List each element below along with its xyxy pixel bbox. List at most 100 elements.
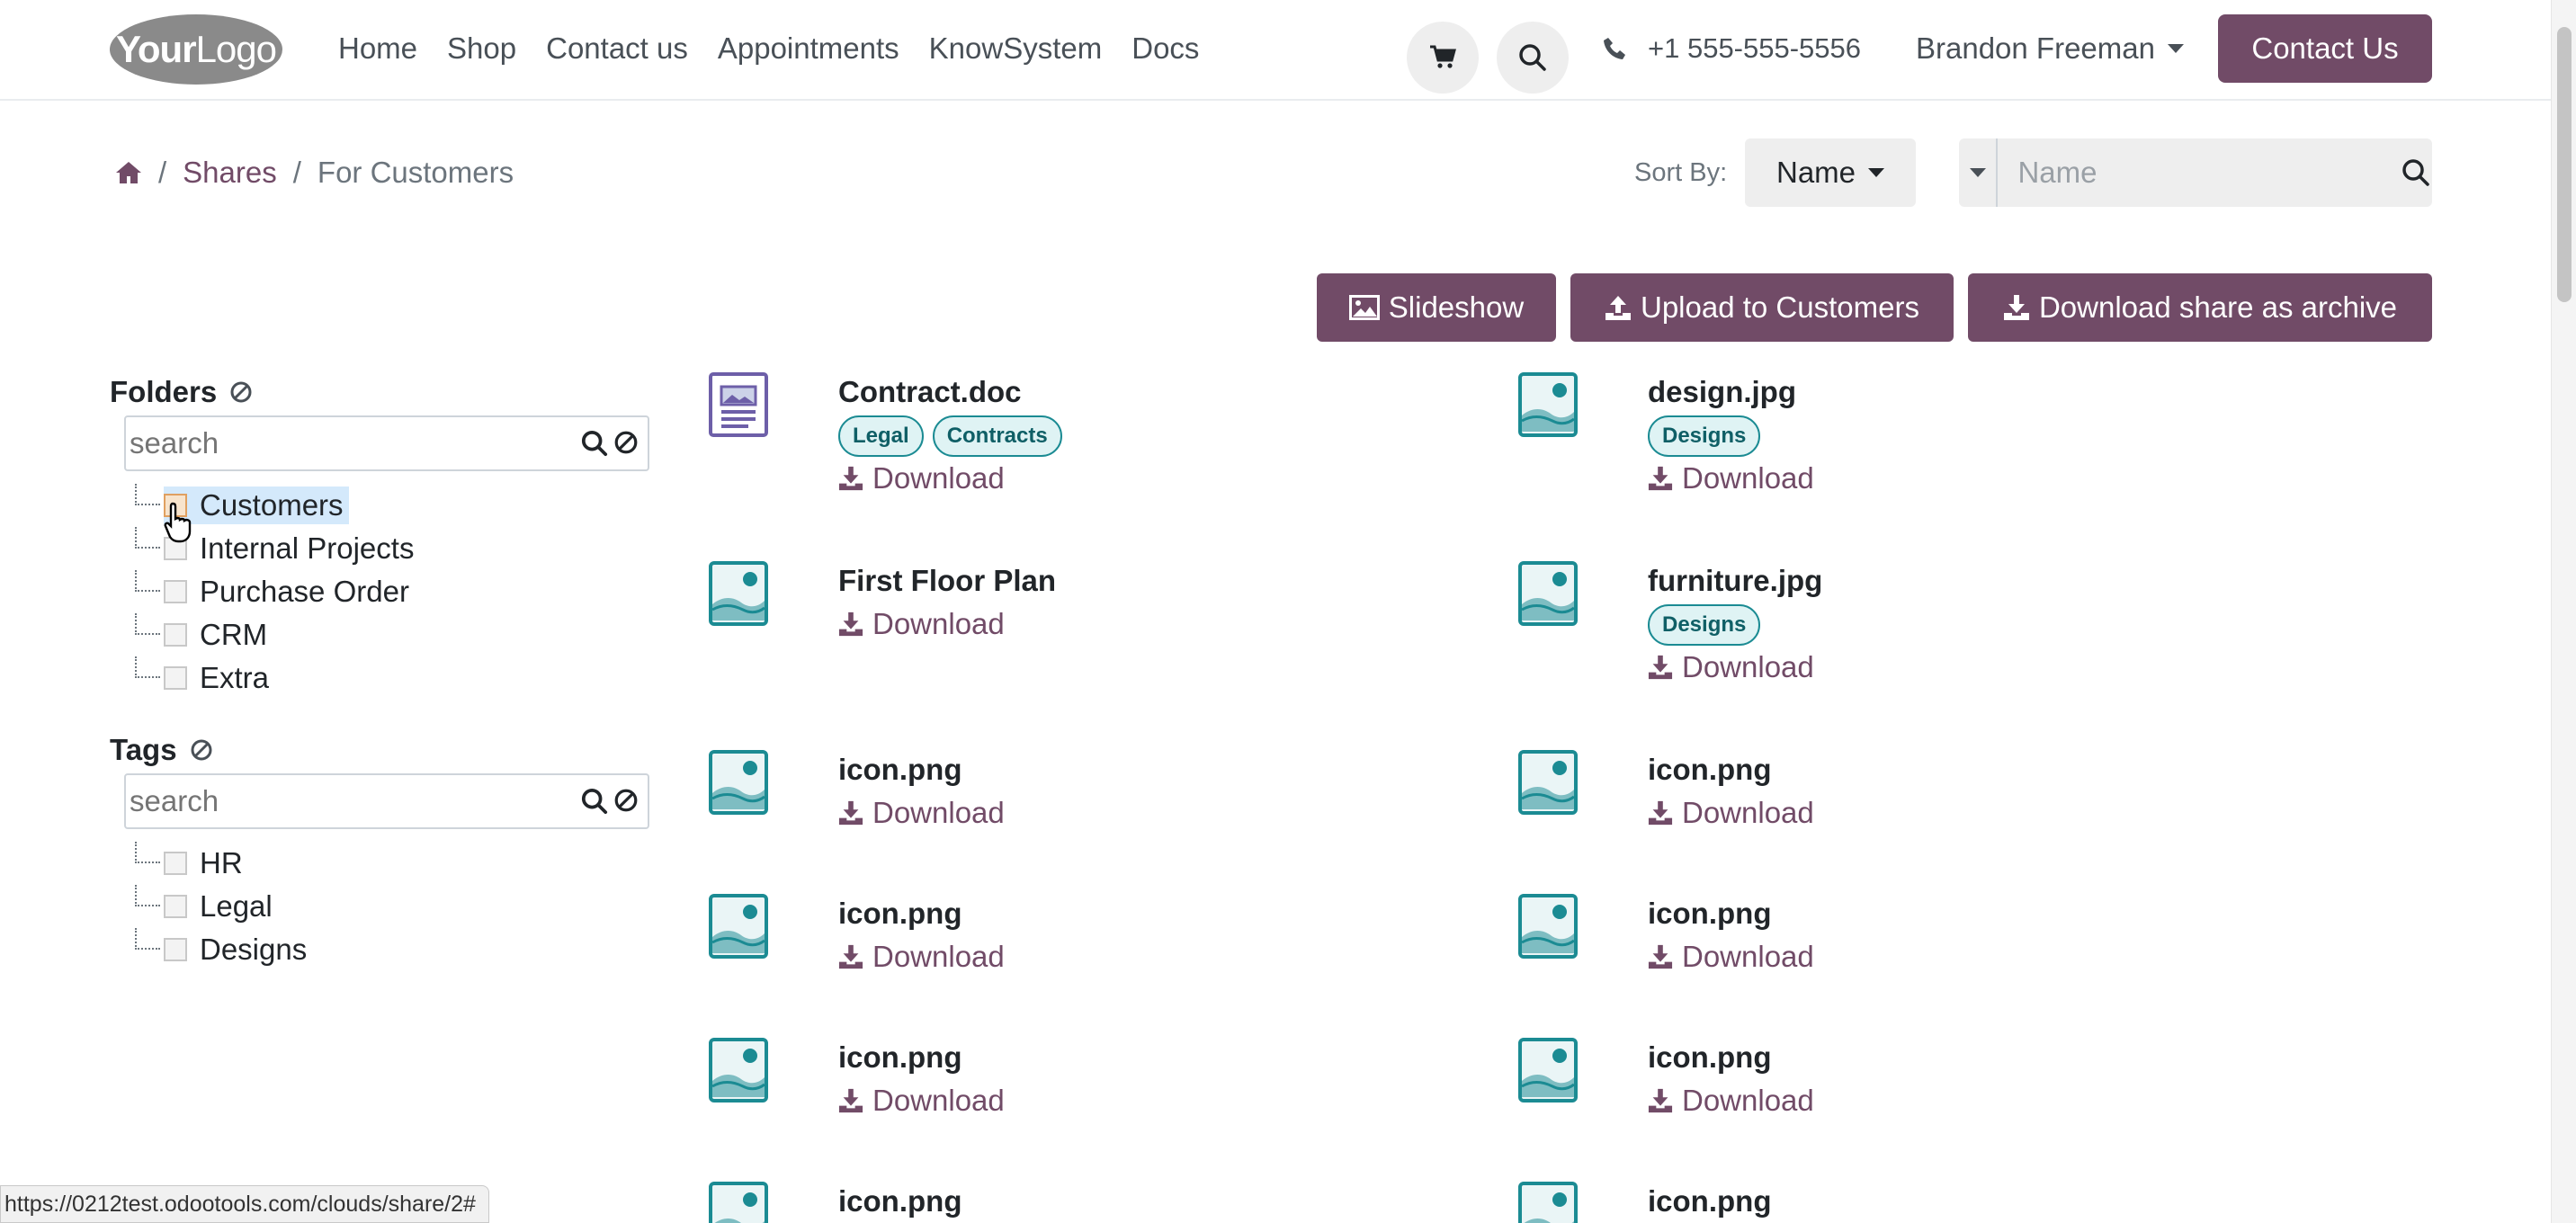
tags-heading: Tags <box>110 730 213 770</box>
document-name[interactable]: icon.png <box>1648 750 1771 790</box>
nav-appointments[interactable]: Appointments <box>718 25 899 72</box>
upload-label: Upload to Customers <box>1641 290 1919 324</box>
search-submit-button[interactable] <box>2400 138 2432 207</box>
download-link[interactable]: Download <box>1648 459 1814 498</box>
tags-search <box>124 773 649 829</box>
tag-checkbox[interactable] <box>164 852 187 875</box>
folders-search-input[interactable] <box>126 426 581 460</box>
contact-us-button[interactable]: Contact Us <box>2218 14 2432 83</box>
image-icon[interactable] <box>1518 894 1578 959</box>
document-name[interactable]: First Floor Plan <box>838 561 1056 601</box>
download-icon <box>2003 294 2030 321</box>
nav-docs[interactable]: Docs <box>1131 25 1199 72</box>
image-icon[interactable] <box>709 1182 768 1223</box>
document-name[interactable]: Contract.doc <box>838 372 1022 412</box>
download-label: Download <box>1682 796 1814 829</box>
tag-item-legal[interactable]: Legal <box>128 885 307 928</box>
image-icon[interactable] <box>709 561 768 626</box>
image-icon[interactable] <box>1518 561 1578 626</box>
download-link[interactable]: Download <box>1648 647 1814 687</box>
tags-search-input[interactable] <box>126 784 581 818</box>
upload-icon <box>1605 294 1632 321</box>
tag-item-designs[interactable]: Designs <box>128 928 307 971</box>
page-scrollbar[interactable] <box>2551 0 2576 1223</box>
clear-tags-icon[interactable] <box>190 738 213 762</box>
user-menu[interactable]: Brandon Freeman <box>1916 27 2184 70</box>
tag-checkbox[interactable] <box>164 938 187 961</box>
image-icon[interactable] <box>709 894 768 959</box>
nav-knowsystem[interactable]: KnowSystem <box>929 25 1103 72</box>
folder-checkbox[interactable] <box>164 666 187 690</box>
tag-checkbox[interactable] <box>164 895 187 918</box>
download-link[interactable]: Download <box>1648 937 1814 977</box>
home-icon[interactable] <box>115 160 142 185</box>
tag-label: HR <box>200 846 243 879</box>
document-name[interactable]: design.jpg <box>1648 372 1796 412</box>
download-label: Download <box>872 796 1005 829</box>
clear-search-icon[interactable] <box>613 430 639 457</box>
image-icon[interactable] <box>709 1038 768 1102</box>
phone-number[interactable]: +1 555-555-5556 <box>1603 27 1861 70</box>
clear-folders-icon[interactable] <box>229 380 253 404</box>
search-input[interactable] <box>1998 138 2401 207</box>
breadcrumb-separator: / <box>158 156 167 189</box>
document-name[interactable]: icon.png <box>838 1182 962 1221</box>
main-nav: Home Shop Contact us Appointments KnowSy… <box>338 25 1229 72</box>
search-icon[interactable] <box>581 788 608 815</box>
tags-title: Tags <box>110 733 177 766</box>
image-icon[interactable] <box>1518 1182 1578 1223</box>
tag-item-hr[interactable]: HR <box>128 842 307 885</box>
folder-item-crm[interactable]: CRM <box>128 613 414 656</box>
download-link[interactable]: Download <box>838 793 1005 833</box>
document-name[interactable]: furniture.jpg <box>1648 561 1822 601</box>
nav-home[interactable]: Home <box>338 25 417 72</box>
document-name[interactable]: icon.png <box>838 894 962 933</box>
download-icon <box>1648 466 1673 491</box>
download-archive-button[interactable]: Download share as archive <box>1968 273 2432 342</box>
scrollbar-thumb[interactable] <box>2557 27 2572 302</box>
cart-icon <box>1430 45 1456 68</box>
download-link[interactable]: Download <box>1648 1081 1814 1120</box>
download-icon <box>1648 800 1673 826</box>
document-icon[interactable] <box>709 372 768 437</box>
document-name[interactable]: icon.png <box>838 750 962 790</box>
tag-badge: Legal <box>838 415 924 457</box>
download-link[interactable]: Download <box>838 459 1005 498</box>
download-icon <box>838 944 863 969</box>
sort-dropdown[interactable]: Name <box>1745 138 1916 207</box>
image-icon <box>1348 295 1380 320</box>
download-label: Download <box>1682 940 1814 973</box>
document-name[interactable]: icon.png <box>838 1038 962 1077</box>
nav-contact-us[interactable]: Contact us <box>546 25 688 72</box>
document-name[interactable]: icon.png <box>1648 1182 1771 1221</box>
nav-shop[interactable]: Shop <box>447 25 516 72</box>
brand-logo[interactable]: YourLogo <box>110 14 282 85</box>
download-link[interactable]: Download <box>838 604 1005 644</box>
search-icon[interactable] <box>581 430 608 457</box>
download-icon <box>1648 944 1673 969</box>
folder-item-purchase-order[interactable]: Purchase Order <box>128 570 414 613</box>
download-link[interactable]: Download <box>838 937 1005 977</box>
tags-tree: HR Legal Designs <box>128 842 307 971</box>
image-icon[interactable] <box>1518 750 1578 815</box>
search-icon <box>1519 44 1546 71</box>
image-icon[interactable] <box>1518 1038 1578 1102</box>
folders-heading: Folders <box>110 372 253 412</box>
breadcrumb-shares[interactable]: Shares <box>183 153 277 192</box>
folder-checkbox[interactable] <box>164 623 187 647</box>
document-name[interactable]: icon.png <box>1648 894 1771 933</box>
folder-checkbox[interactable] <box>164 580 187 603</box>
upload-button[interactable]: Upload to Customers <box>1570 273 1954 342</box>
folder-item-extra[interactable]: Extra <box>128 656 414 700</box>
image-icon[interactable] <box>709 750 768 815</box>
download-link[interactable]: Download <box>838 1081 1005 1120</box>
download-link[interactable]: Download <box>1648 793 1814 833</box>
header-search-button[interactable] <box>1497 22 1569 94</box>
clear-search-icon[interactable] <box>613 788 639 815</box>
tag-badge: Designs <box>1648 415 1761 457</box>
slideshow-button[interactable]: Slideshow <box>1317 273 1556 342</box>
search-filter-dropdown[interactable] <box>1959 138 1999 207</box>
image-icon[interactable] <box>1518 372 1578 437</box>
cart-button[interactable] <box>1407 22 1479 94</box>
document-name[interactable]: icon.png <box>1648 1038 1771 1077</box>
